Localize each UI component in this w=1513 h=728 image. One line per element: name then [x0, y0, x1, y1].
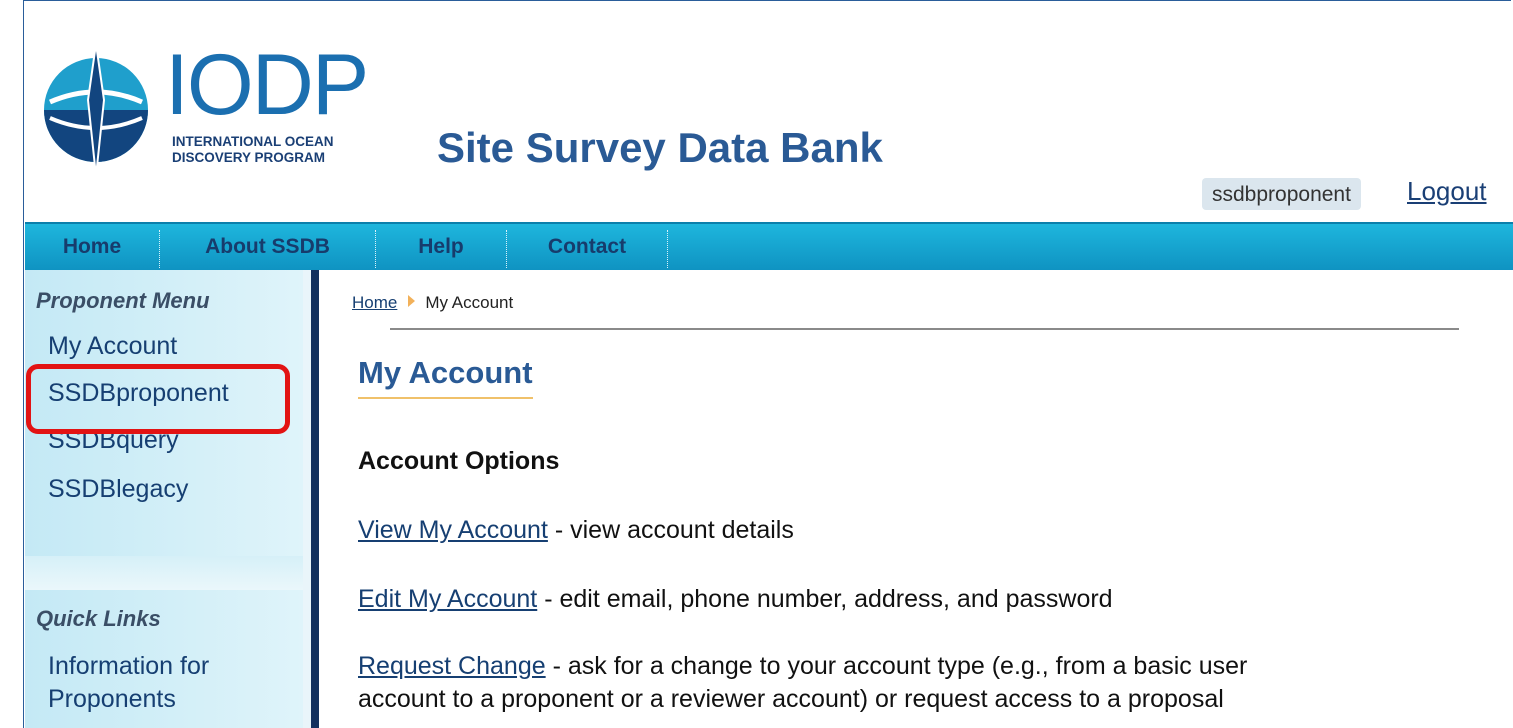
nav-help[interactable]: Help [376, 224, 506, 270]
breadcrumb-current: My Account [425, 293, 514, 312]
left-gutter [0, 0, 24, 728]
breadcrumb: Home My Account [352, 293, 513, 313]
logo-wordmark: IODP [165, 37, 369, 133]
logout-link[interactable]: Logout [1407, 176, 1487, 207]
page-title: My Account [358, 355, 533, 399]
option-edit-account: Edit My Account - edit email, phone numb… [358, 583, 1113, 616]
logo-subtitle: INTERNATIONAL OCEAN DISCOVERY PROGRAM [172, 134, 334, 166]
logo-subtitle-line1: INTERNATIONAL OCEAN [172, 134, 334, 149]
breadcrumb-arrow-icon [408, 295, 416, 307]
top-nav: Home About SSDB Help Contact [25, 222, 1513, 270]
nav-contact[interactable]: Contact [507, 224, 667, 270]
option-desc-line2: account to a proponent or a reviewer acc… [358, 685, 1224, 713]
option-desc: - ask for a change to your account type … [545, 652, 1248, 680]
iodp-globe-logo-icon [44, 43, 148, 177]
option-view-account: View My Account - view account details [358, 514, 794, 547]
request-change-link[interactable]: Request Change [358, 652, 546, 680]
content-left-bar [311, 270, 319, 728]
section-title: Account Options [358, 447, 560, 475]
breadcrumb-home-link[interactable]: Home [352, 293, 397, 312]
breadcrumb-rule [390, 328, 1459, 330]
nav-about[interactable]: About SSDB [160, 224, 375, 270]
nav-home[interactable]: Home [25, 224, 159, 270]
logo-subtitle-line2: DISCOVERY PROGRAM [172, 150, 326, 165]
quick-links-heading: Quick Links [36, 606, 161, 631]
quick-link-line1: Information for [48, 652, 210, 680]
nav-separator [667, 230, 668, 268]
option-desc: - edit email, phone number, address, and… [537, 585, 1113, 613]
proponent-menu-heading: Proponent Menu [36, 288, 210, 313]
sidebar-item-ssdblegacy[interactable]: SSDBlegacy [48, 475, 188, 504]
sidebar-item-my-account[interactable]: My Account [48, 332, 177, 361]
site-title: Site Survey Data Bank [437, 124, 883, 171]
option-request-change: Request Change - ask for a change to you… [358, 650, 1247, 716]
option-desc: - view account details [547, 516, 794, 544]
sidebar-item-info-proponents[interactable]: Information for Proponents [48, 650, 209, 716]
sidebar-section-divider [25, 556, 303, 590]
view-my-account-link[interactable]: View My Account [358, 516, 548, 544]
quick-link-line2: Proponents [48, 685, 176, 713]
username-badge: ssdbproponent [1202, 178, 1361, 210]
sidebar-edge [303, 270, 311, 728]
highlight-box [26, 364, 290, 434]
edit-my-account-link[interactable]: Edit My Account [358, 585, 537, 613]
